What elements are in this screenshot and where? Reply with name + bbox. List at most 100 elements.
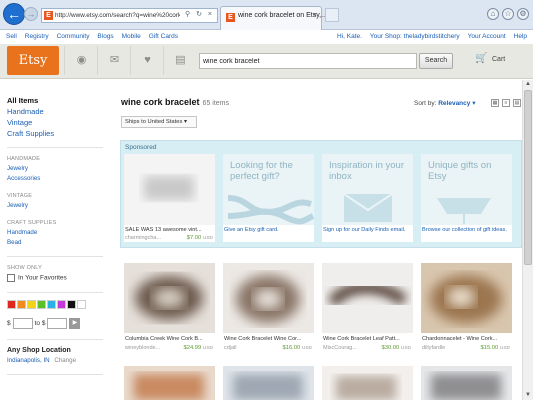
category-craft-supplies[interactable]: Craft Supplies: [7, 129, 103, 140]
greeting-link[interactable]: Hi, Kate.: [337, 33, 362, 40]
promo-card-gift-card[interactable]: Looking for the perfect gift? Give an Et…: [223, 154, 314, 242]
craft-handmade-link[interactable]: Handmade: [7, 229, 103, 239]
new-tab-button[interactable]: [325, 8, 339, 22]
color-swatch-3[interactable]: [37, 300, 46, 309]
craft-bead-link[interactable]: Bead: [7, 239, 103, 249]
search-input[interactable]: [199, 53, 417, 69]
product-image[interactable]: [322, 366, 413, 400]
product-image[interactable]: [223, 263, 314, 333]
product-shop[interactable]: charmingcha...: [125, 235, 180, 241]
sort-control[interactable]: Sort by: Relevancy ▾: [414, 99, 475, 107]
product-title[interactable]: Columbia Creek Wine Cork B...: [125, 336, 214, 342]
promo-image[interactable]: Looking for the perfect gift?: [223, 154, 314, 225]
color-swatch-1[interactable]: [17, 300, 26, 309]
price-min-input[interactable]: [12, 318, 33, 329]
product-title[interactable]: Chardonnacelet - Wine Cork...: [422, 336, 511, 342]
color-swatch-5[interactable]: [57, 300, 66, 309]
product-card[interactable]: Wine Cork Bracelet Leaf Patt... MiscCour…: [322, 263, 413, 361]
search-button[interactable]: Search: [419, 53, 453, 69]
promo-card-newsletter[interactable]: Inspiration in your inbox Sign up for ou…: [322, 154, 413, 242]
all-items-link[interactable]: All Items: [7, 96, 103, 107]
product-title[interactable]: Wine Cork Bracelet Wine Cor...: [224, 336, 313, 342]
product-card[interactable]: [124, 366, 215, 400]
product-image[interactable]: [124, 366, 215, 400]
category-vintage[interactable]: Vintage: [7, 118, 103, 129]
scroll-thumb[interactable]: [524, 90, 532, 265]
forward-arrow-icon[interactable]: →: [24, 7, 38, 21]
product-title[interactable]: SALE WAS 13 awesome vint...: [125, 227, 214, 233]
category-handmade[interactable]: Handmade: [7, 107, 103, 118]
color-swatch-6[interactable]: [67, 300, 76, 309]
nav-link-mobile[interactable]: Mobile: [122, 33, 141, 40]
product-image[interactable]: [421, 366, 512, 400]
your-shop-link[interactable]: Your Shop: theladybirdstitchery: [370, 33, 460, 40]
product-shop[interactable]: wineyblonde...: [125, 345, 180, 351]
promo-link[interactable]: Browse our collection of gift ideas.: [422, 227, 511, 234]
sponsored-item-card[interactable]: SALE WAS 13 awesome vint... charmingcha.…: [124, 154, 215, 242]
shop-button[interactable]: ▤: [163, 46, 196, 75]
color-swatch-0[interactable]: [7, 300, 16, 309]
messages-button[interactable]: ✉: [97, 46, 130, 75]
favorites-filter[interactable]: In Your Favorites: [7, 274, 103, 285]
product-shop[interactable]: MiscCourag...: [323, 345, 378, 351]
page-scrollbar[interactable]: ▲ ▼: [522, 80, 533, 400]
url-text[interactable]: http://www.etsy.com/search?q=wine%20cork…: [55, 11, 180, 20]
favorites-button[interactable]: ♥: [130, 46, 163, 75]
nav-link-gift-cards[interactable]: Gift Cards: [149, 33, 178, 40]
product-image[interactable]: [421, 263, 512, 333]
product-shop[interactable]: cdjall: [224, 345, 279, 351]
product-shop[interactable]: dillyfardle: [422, 345, 477, 351]
promo-card-gift-ideas[interactable]: Unique gifts on Etsy Browse our collecti…: [421, 154, 512, 242]
address-actions-icon[interactable]: ⚲ ↻ ×: [185, 10, 214, 18]
gallery-view-icon[interactable]: ▤: [513, 99, 521, 107]
product-image[interactable]: [322, 263, 413, 333]
product-image[interactable]: [124, 263, 215, 333]
handmade-accessories-link[interactable]: Accessories: [7, 175, 103, 185]
location-value-link[interactable]: Indianapolis, IN: [7, 357, 50, 364]
product-card[interactable]: Columbia Creek Wine Cork B... wineyblond…: [124, 263, 215, 361]
color-swatch-2[interactable]: [27, 300, 36, 309]
your-account-link[interactable]: Your Account: [468, 33, 506, 40]
nav-link-sell[interactable]: Sell: [6, 33, 17, 40]
product-card[interactable]: [223, 366, 314, 400]
grid-view-icon[interactable]: ▦: [491, 99, 499, 107]
activity-button[interactable]: ◉: [64, 46, 97, 75]
handmade-jewelry-link[interactable]: Jewelry: [7, 165, 103, 175]
product-card[interactable]: [421, 366, 512, 400]
promo-link[interactable]: Sign up for our Daily Finds email.: [323, 227, 412, 234]
cart-button[interactable]: 🛒 Cart: [468, 53, 524, 69]
tab-etsy-search[interactable]: E wine cork bracelet on Etsy,... ×: [220, 6, 327, 30]
address-bar[interactable]: E http://www.etsy.com/search?q=wine%20co…: [41, 8, 218, 23]
color-swatch-7[interactable]: [77, 300, 86, 309]
scroll-up-icon[interactable]: ▲: [525, 81, 531, 87]
location-change-link[interactable]: Change: [54, 357, 76, 364]
nav-link-registry[interactable]: Registry: [25, 33, 49, 40]
product-card[interactable]: Chardonnacelet - Wine Cork... dillyfardl…: [421, 263, 512, 361]
price-go-button[interactable]: ▶: [69, 318, 81, 329]
sort-value[interactable]: Relevancy: [438, 100, 470, 107]
vintage-jewelry-link[interactable]: Jewelry: [7, 202, 103, 212]
nav-link-blogs[interactable]: Blogs: [97, 33, 113, 40]
promo-image[interactable]: Unique gifts on Etsy: [421, 154, 512, 225]
close-tab-icon[interactable]: ×: [313, 12, 317, 19]
promo-image[interactable]: Inspiration in your inbox: [322, 154, 413, 225]
color-swatch-4[interactable]: [47, 300, 56, 309]
favorites-checkbox[interactable]: [7, 274, 15, 282]
home-icon[interactable]: ⌂: [487, 8, 499, 20]
product-card[interactable]: [322, 366, 413, 400]
product-image[interactable]: [223, 366, 314, 400]
favorites-star-icon[interactable]: ☆: [502, 8, 514, 20]
scroll-down-icon[interactable]: ▼: [525, 392, 531, 398]
product-card[interactable]: Wine Cork Bracelet Wine Cor... cdjall $1…: [223, 263, 314, 361]
price-max-input[interactable]: [47, 318, 68, 329]
product-title[interactable]: Wine Cork Bracelet Leaf Patt...: [323, 336, 412, 342]
nav-link-community[interactable]: Community: [57, 33, 90, 40]
ships-to-select[interactable]: Ships to United States ▾: [121, 116, 197, 128]
back-arrow-icon[interactable]: ←: [3, 3, 25, 25]
help-link[interactable]: Help: [514, 33, 527, 40]
etsy-logo[interactable]: Etsy: [7, 46, 59, 75]
settings-gear-icon[interactable]: ⚙: [517, 8, 529, 20]
product-image[interactable]: [124, 154, 215, 225]
list-view-icon[interactable]: ≡: [502, 99, 510, 107]
promo-link[interactable]: Give an Etsy gift card.: [224, 227, 313, 234]
